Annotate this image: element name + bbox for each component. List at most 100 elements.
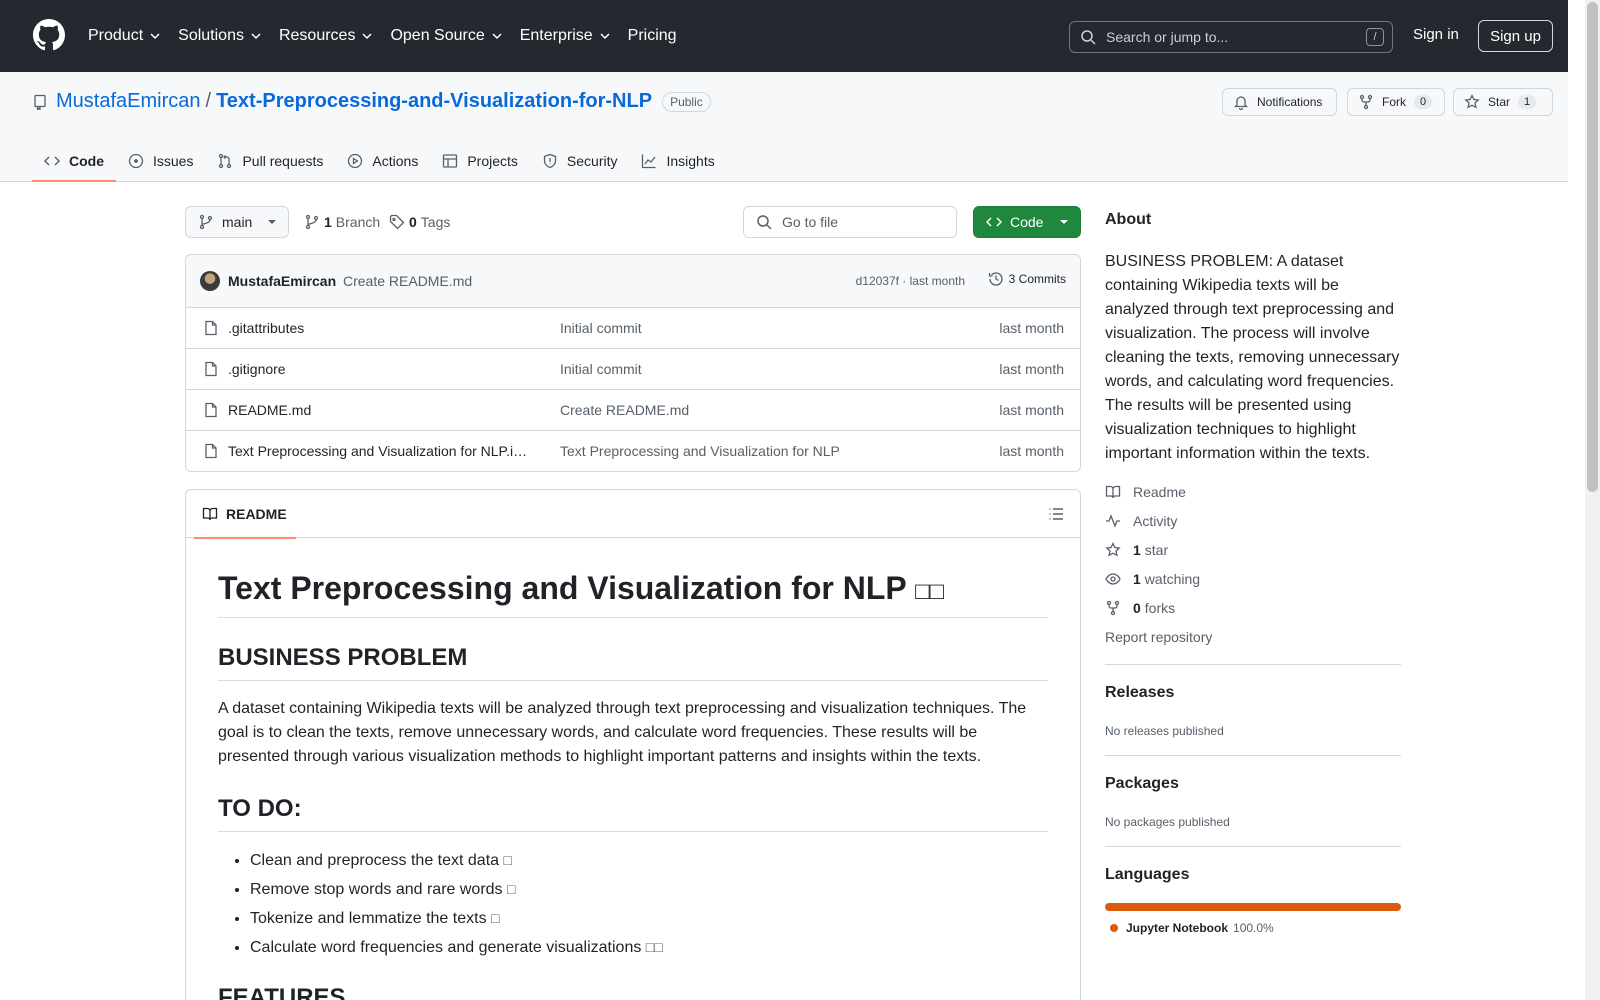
star-button[interactable]: Star 1: [1453, 88, 1553, 116]
nav-open-source-label: Open Source: [390, 27, 485, 44]
language-item[interactable]: Jupyter Notebook 100.0%: [1110, 921, 1274, 935]
business-problem-text: A dataset containing Wikipedia texts wil…: [218, 700, 1027, 765]
readme-tab[interactable]: README: [194, 490, 296, 539]
file-name-link[interactable]: .gitignore: [228, 361, 528, 377]
nav-product[interactable]: Product: [88, 24, 161, 48]
divider: [1105, 664, 1401, 665]
commits-count-label: 3 Commits: [1008, 272, 1066, 286]
book-icon: [1105, 485, 1121, 499]
commit-meta[interactable]: d12037f · last month: [856, 274, 965, 288]
branch-count: 1: [324, 214, 332, 230]
notifications-label: Notifications: [1257, 95, 1323, 109]
list-item: Calculate word frequencies and generate …: [250, 937, 1048, 958]
nav-open-source[interactable]: Open Source: [390, 24, 502, 48]
nav-enterprise-label: Enterprise: [519, 27, 593, 44]
repo-name-link[interactable]: Text-Preprocessing-and-Visualization-for…: [216, 90, 652, 113]
nav-solutions-label: Solutions: [178, 27, 244, 44]
nav-resources[interactable]: Resources: [279, 24, 373, 48]
emoji-glyph: □□: [915, 578, 945, 605]
list-item: Remove stop words and rare words □: [250, 879, 1048, 900]
packages-heading-link[interactable]: Packages: [1105, 775, 1179, 793]
tags-link[interactable]: 0 Tags: [389, 214, 450, 230]
avatar[interactable]: [200, 271, 220, 291]
fork-button[interactable]: Fork 0: [1347, 88, 1445, 116]
file-name-link[interactable]: README.md: [228, 402, 528, 418]
commit-message-link[interactable]: Create README.md: [343, 273, 472, 289]
pull-request-icon: [219, 153, 232, 169]
report-repository-link[interactable]: Report repository: [1105, 629, 1212, 645]
repo-owner-link[interactable]: MustafaEmircan: [56, 90, 201, 113]
notifications-button[interactable]: Notifications: [1222, 88, 1337, 116]
play-icon: [348, 153, 363, 169]
file-name-link[interactable]: .gitattributes: [228, 320, 528, 336]
caret-down-icon: [1060, 220, 1068, 224]
fork-count: 0: [1414, 95, 1433, 109]
forks-link[interactable]: 0 forks: [1105, 600, 1175, 616]
file-row: Text Preprocessing and Visualization for…: [186, 431, 1080, 471]
branch-icon: [199, 214, 213, 230]
activity-link-label: Activity: [1133, 513, 1178, 529]
scrollbar-thumb[interactable]: [1587, 2, 1598, 492]
star-label: Star: [1488, 95, 1511, 109]
repo-separator: /: [205, 90, 212, 112]
repo-tabs: Code Issues Pull requests Actions Projec…: [32, 140, 727, 182]
file-icon: [205, 402, 217, 418]
commits-history-link[interactable]: 3 Commits: [988, 271, 1066, 287]
heading-todo: TO DO:: [218, 795, 1048, 832]
sign-in-link[interactable]: Sign in: [1413, 26, 1459, 43]
file-icon: [205, 443, 217, 459]
file-commit-message-link[interactable]: Create README.md: [560, 402, 689, 418]
stars-link[interactable]: 1 star: [1105, 542, 1168, 558]
page-scrollbar[interactable]: [1585, 0, 1600, 1000]
nav-resources-label: Resources: [278, 27, 356, 44]
tab-projects[interactable]: Projects: [430, 140, 530, 182]
watchers-link[interactable]: 1 watching: [1105, 571, 1200, 587]
tab-pull-requests-label: Pull requests: [242, 153, 324, 169]
global-search-input[interactable]: Search or jump to... /: [1069, 21, 1393, 53]
star-icon: [1464, 94, 1480, 109]
readme-link-label: Readme: [1133, 484, 1186, 500]
search-placeholder: Search or jump to...: [1106, 29, 1229, 45]
tab-actions[interactable]: Actions: [335, 140, 430, 182]
file-commit-message-link[interactable]: Text Preprocessing and Visualization for…: [560, 443, 840, 459]
github-logo-icon[interactable]: [33, 19, 65, 51]
sign-up-button[interactable]: Sign up: [1478, 20, 1553, 52]
file-row: .gitattributes Initial commit last month: [186, 308, 1080, 349]
nav-pricing[interactable]: Pricing: [628, 24, 677, 48]
activity-link[interactable]: Activity: [1105, 513, 1177, 529]
readme-link[interactable]: Readme: [1105, 484, 1186, 500]
branch-select-button[interactable]: main: [185, 206, 289, 238]
file-commit-message-link[interactable]: Initial commit: [560, 361, 642, 377]
history-icon: [988, 272, 1003, 286]
tab-code[interactable]: Code: [32, 140, 116, 182]
tab-insights[interactable]: Insights: [629, 140, 726, 182]
file-name-link[interactable]: Text Preprocessing and Visualization for…: [228, 443, 528, 459]
branches-link[interactable]: 1 Branch: [304, 214, 380, 230]
commit-author-link[interactable]: MustafaEmircan: [228, 273, 336, 289]
eye-icon: [1105, 573, 1121, 585]
visibility-badge: Public: [662, 91, 711, 112]
file-row: README.md Create README.md last month: [186, 390, 1080, 431]
releases-heading-link[interactable]: Releases: [1105, 684, 1174, 702]
tab-security[interactable]: Security: [530, 140, 630, 182]
emoji-glyph: □: [503, 852, 512, 868]
nav-enterprise[interactable]: Enterprise: [520, 24, 611, 48]
file-commit-message-link[interactable]: Initial commit: [560, 320, 642, 336]
file-commit-time: last month: [999, 402, 1064, 418]
file-icon: [205, 320, 217, 336]
latest-commit-row: MustafaEmircan Create README.md d12037f …: [186, 255, 1080, 308]
branch-icon: [305, 214, 319, 230]
forks-count: 0: [1133, 600, 1141, 616]
tab-pull-requests[interactable]: Pull requests: [205, 140, 335, 182]
book-icon: [202, 507, 218, 521]
packages-empty-text: No packages published: [1105, 815, 1230, 829]
star-icon: [1105, 542, 1121, 557]
nav-solutions[interactable]: Solutions: [178, 24, 262, 48]
code-dropdown-button[interactable]: Code: [973, 206, 1081, 238]
file-icon: [205, 361, 217, 377]
go-to-file-input[interactable]: Go to file: [743, 206, 957, 238]
todo-text: Calculate word frequencies and generate …: [250, 939, 642, 956]
tab-issues[interactable]: Issues: [116, 140, 205, 182]
search-icon: [757, 215, 772, 230]
list-icon[interactable]: [1048, 506, 1064, 522]
